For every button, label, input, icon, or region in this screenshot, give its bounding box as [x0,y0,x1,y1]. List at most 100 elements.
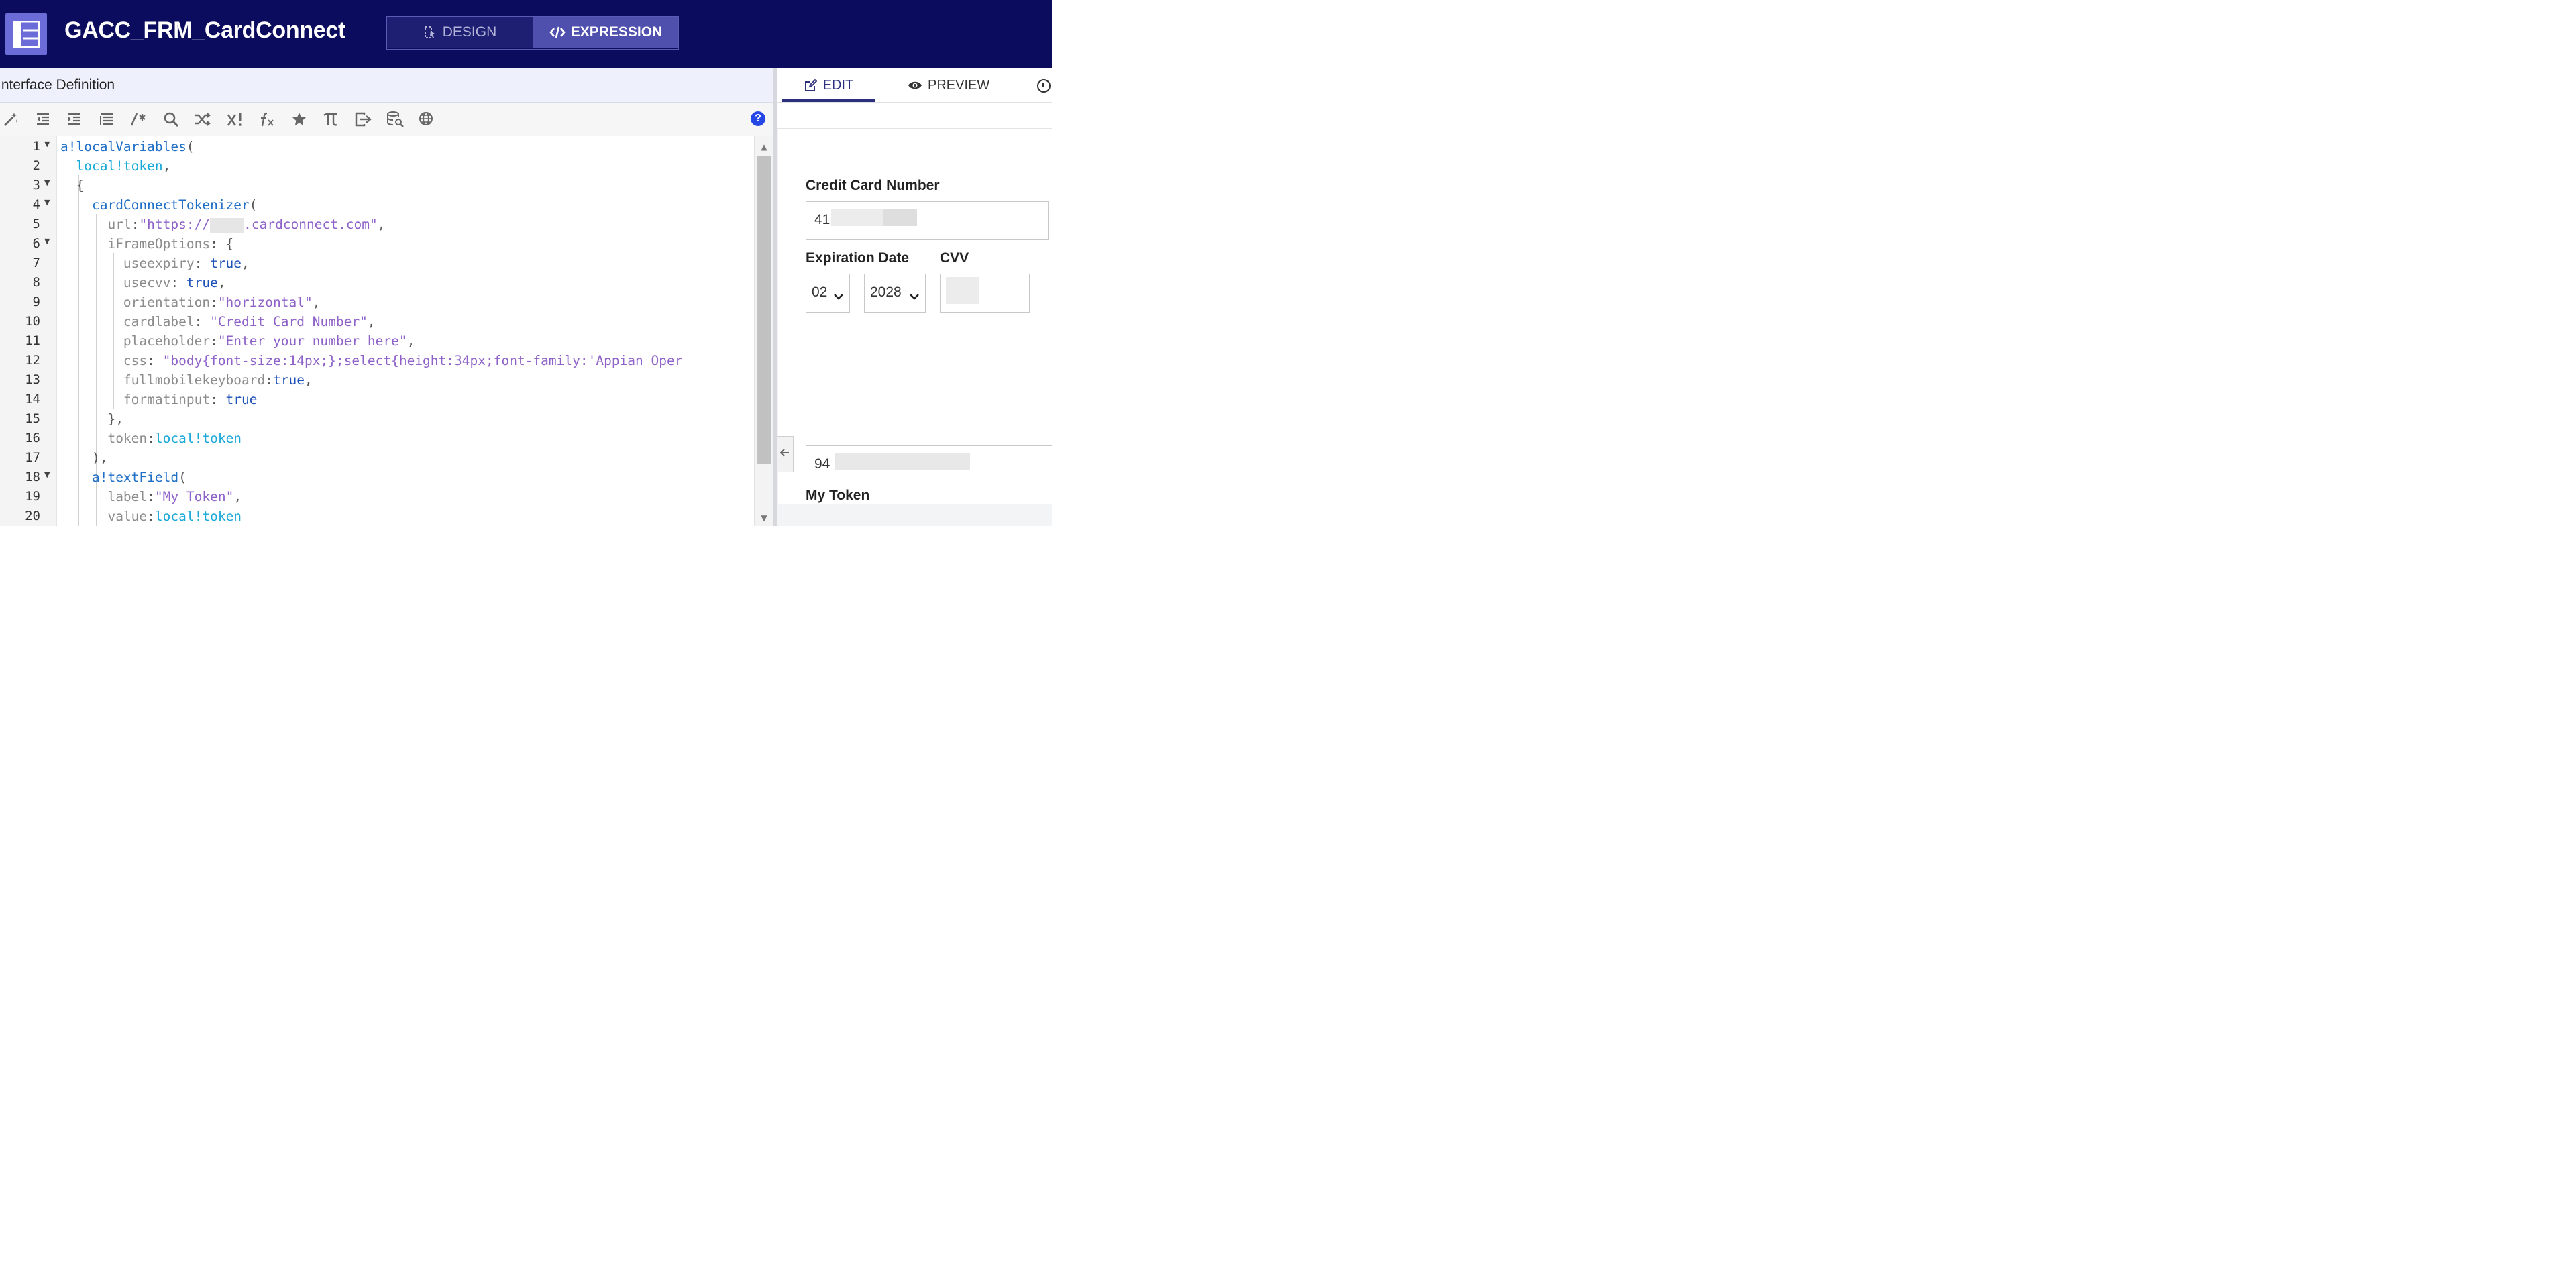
code-line: useexpiry: true, [123,256,250,271]
help-icon[interactable]: ? [751,111,765,126]
format-icon[interactable] [97,110,116,129]
editor-toolbar: ? [0,103,773,136]
line-number: 16 [25,431,40,445]
history-icon[interactable] [1037,79,1051,93]
editor-scrollbar[interactable]: ▲ ▼ [754,136,773,526]
line-number: 9 [32,294,40,309]
code-line: url:"https://.cardconnect.com", [107,217,386,233]
my-token-input[interactable]: 94 [806,445,1052,484]
pi-icon[interactable] [321,110,340,129]
code-line: local!token, [76,158,171,174]
collapse-panel-button[interactable] [777,436,794,472]
chevron-down-icon [834,288,843,304]
gutter-line: 5 [0,214,56,233]
interface-app-icon [5,13,47,55]
fold-toggle-icon[interactable]: ▼ [44,140,50,148]
line-number: 8 [32,275,40,290]
chevron-down-icon [910,288,919,304]
tab-edit[interactable]: EDIT [782,68,875,102]
gutter-line: 12 [0,350,56,370]
preview-panel: EDIT PREVIEW Credit Card Number 41 Expir… [777,68,1052,526]
code-line: cardConnectTokenizer( [91,197,258,213]
code-text-area[interactable]: a!localVariables( local!token, { cardCon… [56,136,754,526]
fold-toggle-icon[interactable]: ▼ [44,237,50,246]
gutter-line: 17 [0,447,56,467]
expiration-month-value: 02 [812,284,828,300]
expiration-year-select[interactable]: 2028 [864,274,926,313]
globe-icon[interactable] [418,110,437,129]
design-mode-label: DESIGN [442,24,497,40]
line-number: 5 [32,217,40,231]
edit-icon [804,78,818,92]
line-number: 11 [25,333,40,348]
gutter-line: 18 ▼ [0,467,56,486]
gutter-line: 19 [0,486,56,506]
my-token-label: My Token [806,488,870,503]
eye-icon [908,80,922,91]
line-number: 7 [32,256,40,270]
preview-tabs: EDIT PREVIEW [777,68,1052,103]
design-mode-button[interactable]: DESIGN [387,17,533,48]
scroll-up-icon[interactable]: ▲ [755,139,773,155]
gutter-line: 4 ▼ [0,195,56,214]
gutter-line: 16 [0,428,56,447]
app-root: GACC_FRM_CardConnect DESIGN EXPRESSION I… [0,0,1052,526]
comment-icon[interactable] [129,110,148,129]
fold-toggle-icon[interactable]: ▼ [44,470,50,479]
gutter-line: 8 [0,272,56,292]
export-icon[interactable] [354,110,372,129]
line-number: 1 [32,139,40,154]
expression-editor-panel: Interface Definition ? 1 ▼ 2 3 ▼ 4 ▼ 5 6… [0,68,773,526]
search-icon[interactable] [162,110,180,129]
redacted-card-number [831,209,883,226]
magic-wand-icon[interactable] [1,110,20,129]
code-line: orientation:"horizontal", [123,294,321,310]
cvv-input[interactable] [940,274,1030,313]
indent-icon[interactable] [65,110,84,129]
code-line: cardlabel: "Credit Card Number", [123,314,376,329]
fold-toggle-icon[interactable]: ▼ [44,198,50,207]
code-line: placeholder:"Enter your number here", [123,333,415,349]
code-line: a!localVariables( [60,139,195,154]
line-number: 6 [32,236,40,251]
code-line: token:local!token [107,431,242,446]
star-icon[interactable] [290,110,309,129]
fold-toggle-icon[interactable]: ▼ [44,178,50,187]
panel-title-bar: Interface Definition [0,68,773,103]
tab-preview-label: PREVIEW [928,77,990,93]
interface-title: GACC_FRM_CardConnect [64,17,346,43]
line-number-gutter: 1 ▼ 2 3 ▼ 4 ▼ 5 6 ▼ 7 8 9 10 11 12 13 14 15 … [0,136,57,526]
code-line: iFrameOptions: { [107,236,234,252]
scrollbar-thumb[interactable] [757,156,771,464]
expiration-month-select[interactable]: 02 [806,274,850,313]
code-line: a!textField( [91,470,186,485]
line-number: 18 [25,470,40,484]
gutter-line: 9 [0,292,56,311]
preview-subbar [777,103,1052,129]
line-number: 12 [25,353,40,368]
code-editor[interactable]: 1 ▼ 2 3 ▼ 4 ▼ 5 6 ▼ 7 8 9 10 11 12 13 14 15 … [0,136,773,526]
expression-mode-button[interactable]: EXPRESSION [533,17,678,48]
cvv-label: CVV [940,250,969,266]
scroll-down-icon[interactable]: ▼ [755,510,773,526]
function-icon[interactable] [258,110,276,129]
line-number: 20 [25,508,40,523]
tab-preview[interactable]: PREVIEW [908,68,989,102]
code-line: { [76,178,85,193]
design-icon [424,25,437,39]
my-token-value: 94 [814,456,830,472]
line-number: 19 [25,489,40,504]
code-line: usecvv: true, [123,275,226,290]
card-number-value: 41 [814,212,830,227]
gutter-line: 20 [0,506,56,525]
shuffle-icon[interactable] [193,110,212,129]
data-search-icon[interactable] [386,110,405,129]
code-line: value:local!token [107,508,242,524]
outdent-icon[interactable] [34,110,52,129]
line-number: 13 [25,372,40,387]
expiration-year-value: 2028 [870,284,902,300]
gutter-line: 3 ▼ [0,175,56,195]
rule-icon[interactable] [225,110,244,129]
card-number-input[interactable]: 41 [806,201,1049,240]
expiration-date-label: Expiration Date [806,250,910,266]
